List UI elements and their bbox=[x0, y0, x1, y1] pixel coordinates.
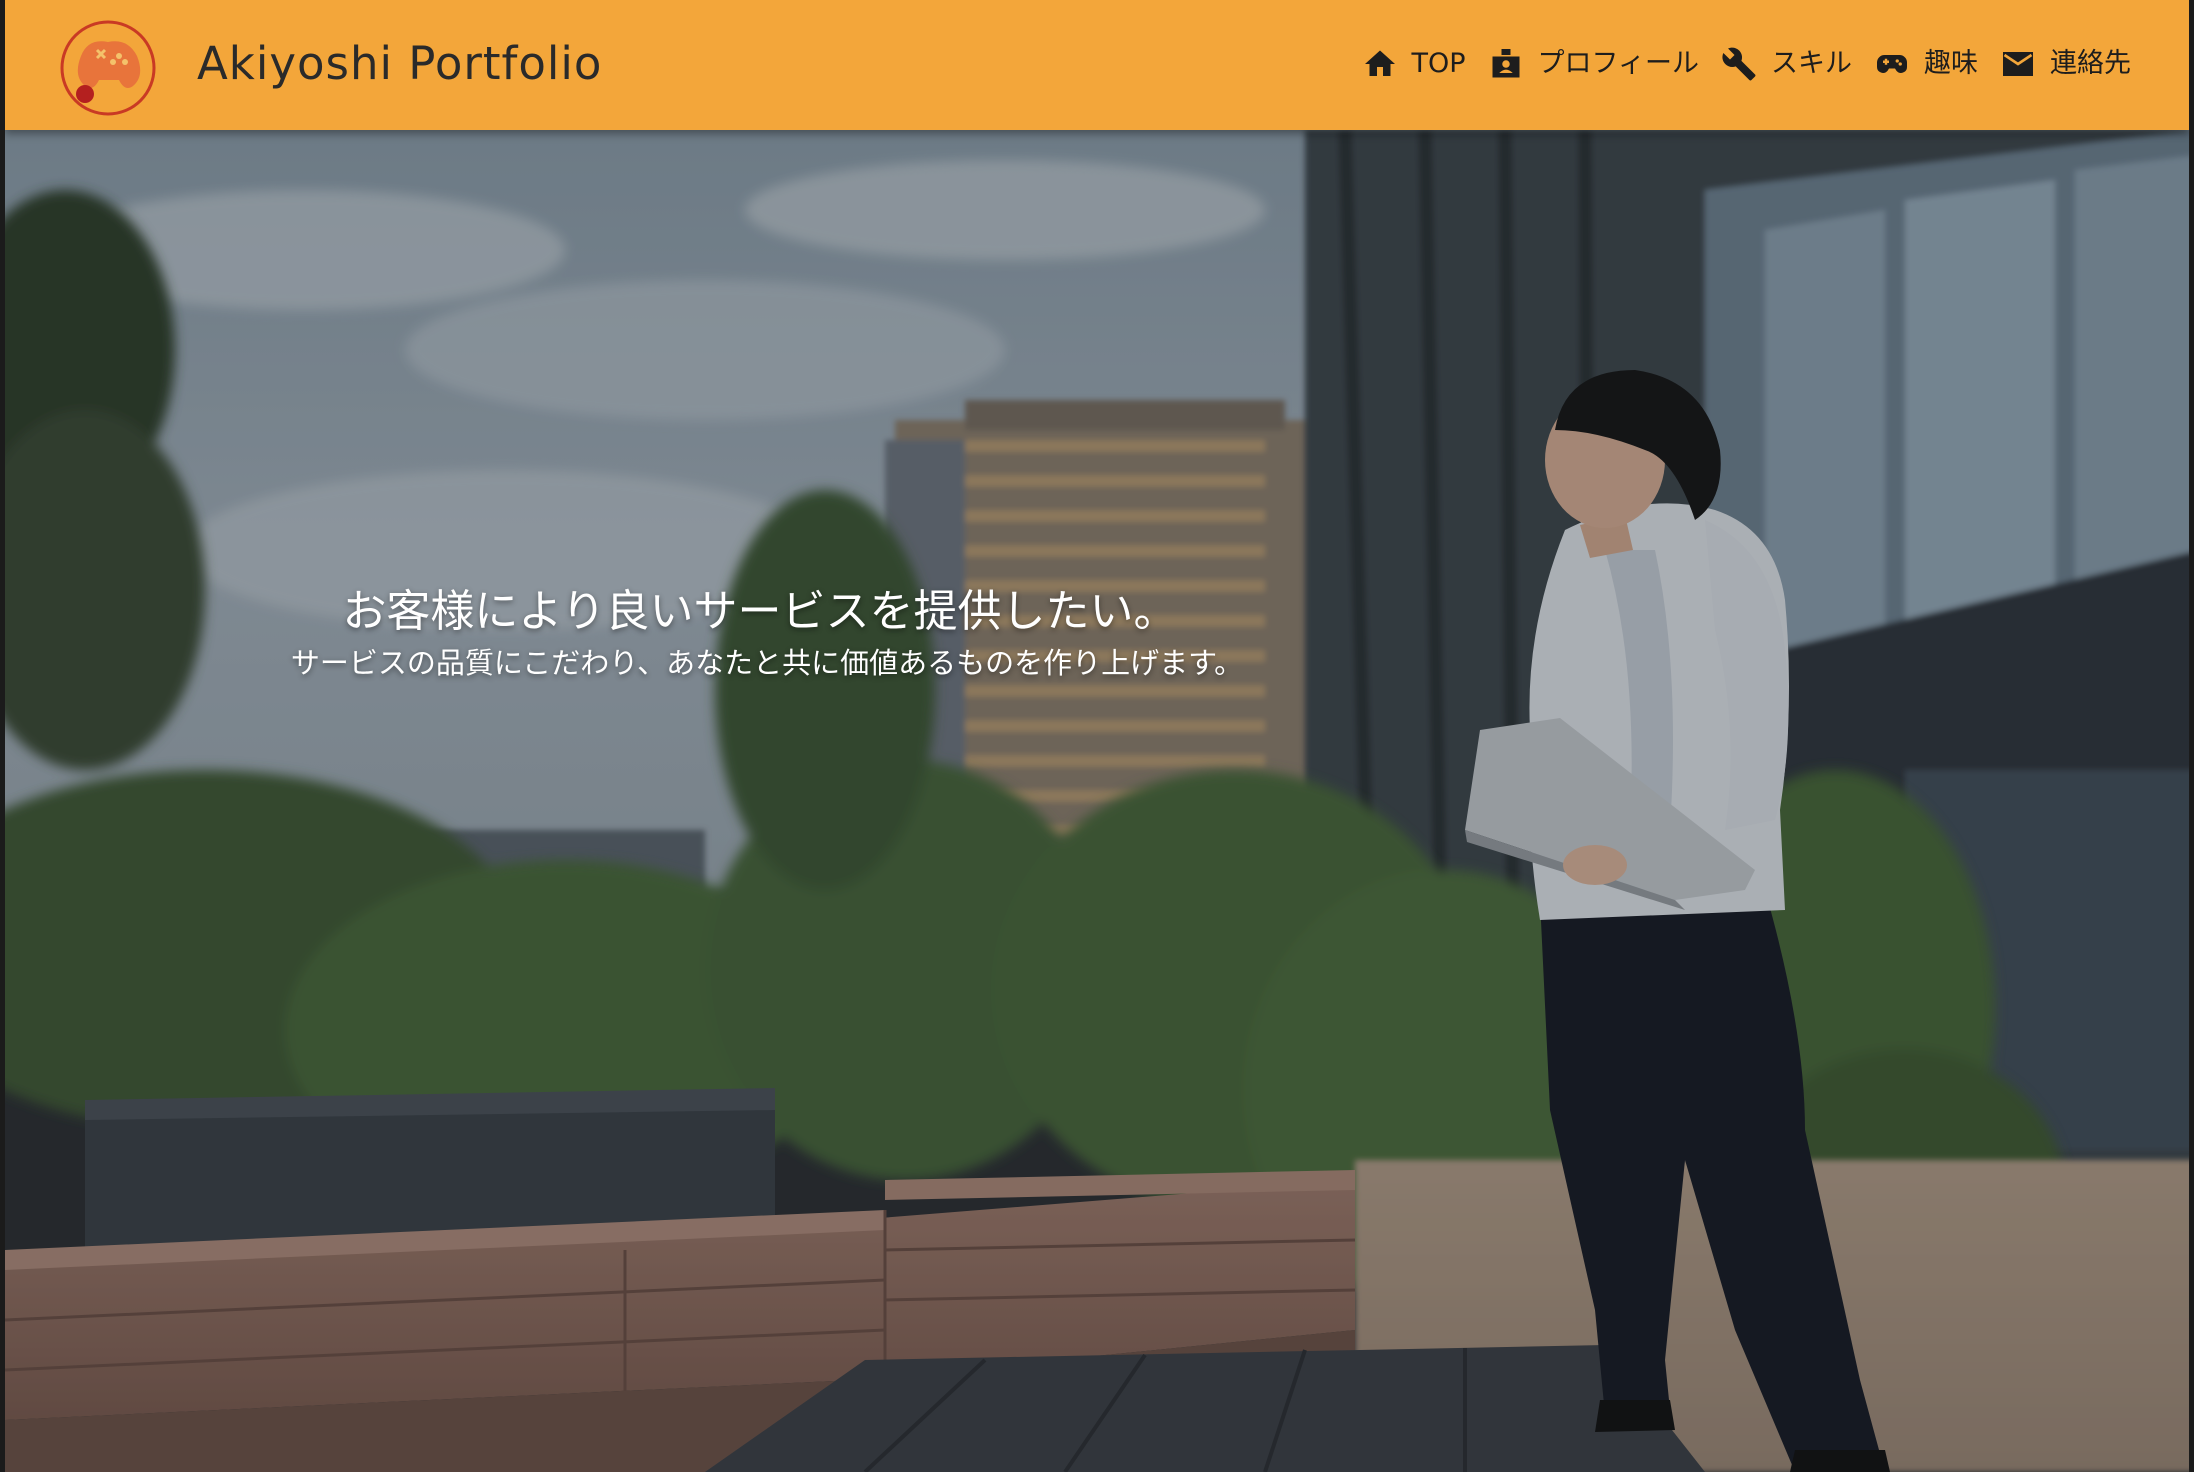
wrench-icon bbox=[1721, 46, 1757, 82]
hero-subtitle: サービスの品質にこだわり、あなたと共に価値あるものを作り上げます。 bbox=[290, 646, 1244, 680]
nav-label-contact: 連絡先 bbox=[2050, 48, 2131, 79]
brand-title[interactable]: Akiyoshi Portfolio bbox=[197, 28, 602, 100]
nav-item-contact[interactable]: 連絡先 bbox=[2000, 44, 2131, 84]
nav-item-skill[interactable]: スキル bbox=[1721, 44, 1852, 84]
hero-section: お客様により良いサービスを提供したい。 サービスの品質にこだわり、あなたと共に価… bbox=[5, 130, 2189, 1472]
site-header: Akiyoshi Portfolio TOP プロフィール スキル 趣味 連絡先 bbox=[5, 0, 2189, 130]
nav-item-hobby[interactable]: 趣味 bbox=[1874, 44, 1978, 84]
mail-icon bbox=[2000, 46, 2036, 82]
nav-item-profile[interactable]: プロフィール bbox=[1488, 44, 1699, 84]
id-badge-icon bbox=[1488, 46, 1524, 82]
hero-text: お客様により良いサービスを提供したい。 サービスの品質にこだわり、あなたと共に価… bbox=[237, 580, 1297, 686]
nav-label-skill: スキル bbox=[1771, 48, 1852, 79]
home-icon bbox=[1362, 46, 1398, 82]
hero-title: お客様により良いサービスを提供したい。 bbox=[342, 586, 1178, 637]
game-controller-logo-icon[interactable] bbox=[53, 16, 167, 116]
nav-label-top: TOP bbox=[1411, 48, 1466, 79]
page: Akiyoshi Portfolio TOP プロフィール スキル 趣味 連絡先… bbox=[0, 0, 2194, 1472]
gamepad-icon bbox=[1874, 46, 1910, 82]
nav-item-top[interactable]: TOP bbox=[1362, 44, 1466, 84]
hero-dark-overlay bbox=[5, 130, 2189, 1472]
nav-label-hobby: 趣味 bbox=[1924, 48, 1978, 79]
main-nav: TOP プロフィール スキル 趣味 連絡先 bbox=[1362, 44, 2131, 84]
nav-label-profile: プロフィール bbox=[1537, 48, 1699, 79]
